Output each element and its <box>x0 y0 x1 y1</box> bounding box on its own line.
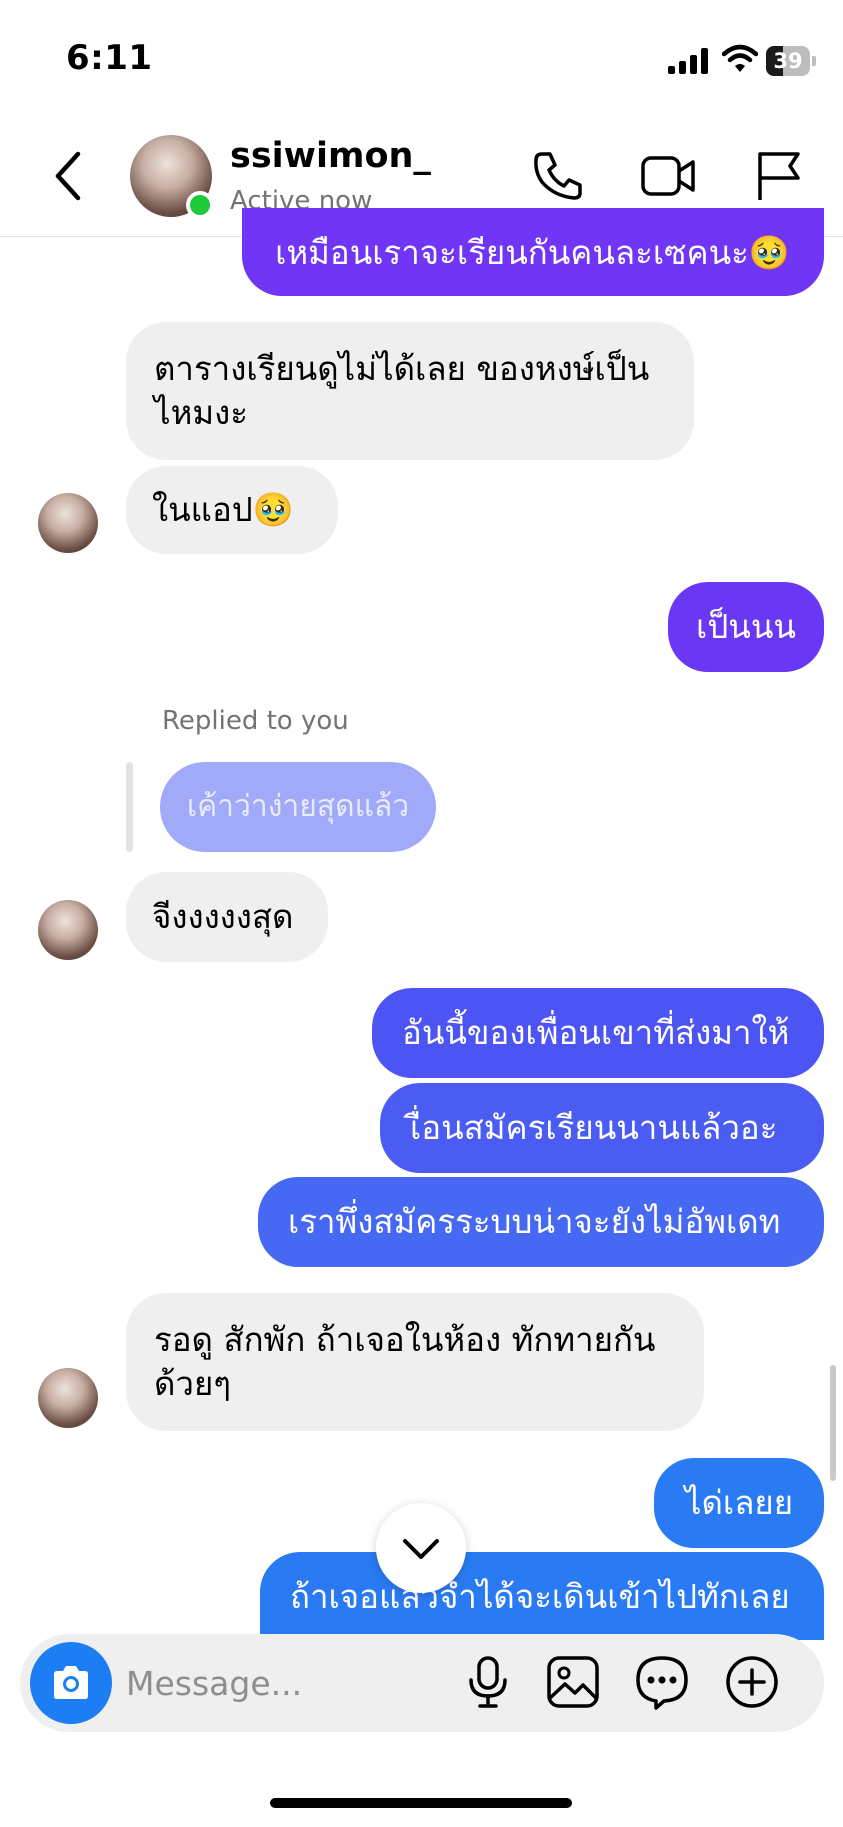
battery-icon: 39 <box>766 46 818 76</box>
outgoing-message[interactable]: เราพึ่งสมัครระบบน่าจะยังไม่อัพเดท <box>258 1177 824 1267</box>
flag-icon[interactable] <box>752 148 808 204</box>
scrollbar[interactable] <box>830 1365 836 1481</box>
outgoing-message[interactable]: ได่เลยย <box>654 1458 824 1548</box>
reply-label: Replied to you <box>162 706 349 736</box>
status-time: 6:11 <box>66 38 153 78</box>
message-text-line: ตารางเรียนดูไม่ได้เลย ของหงษ์เป็น <box>154 349 650 388</box>
wifi-icon <box>722 44 758 72</box>
outgoing-message[interactable]: อันนี้ของเพื่อนเขาที่ส่งมาให้ <box>372 988 824 1078</box>
outgoing-message[interactable]: เื่อนสมัครเรียนนานแล้วอะ <box>380 1083 824 1173</box>
outgoing-message[interactable]: เป็นนน <box>668 582 824 672</box>
sticker-icon[interactable] <box>634 1654 690 1710</box>
back-chevron-icon[interactable] <box>48 148 88 204</box>
plus-icon[interactable] <box>724 1654 780 1710</box>
sender-avatar[interactable] <box>38 493 98 553</box>
incoming-message[interactable]: รอดู สักพัก ถ้าเจอในห้อง ทักทายกัน ด้วยๆ <box>126 1293 704 1431</box>
contact-name[interactable]: ssiwimon_ <box>230 136 431 176</box>
outgoing-message[interactable]: ถ้าเจอแล้วจำได้จะเดินเข้าไปทักเลย <box>260 1552 824 1640</box>
message-text-line: รอดู สักพัก ถ้าเจอในห้อง ทักทายกัน <box>154 1320 656 1359</box>
sender-avatar[interactable] <box>38 900 98 960</box>
gallery-icon[interactable] <box>545 1654 601 1710</box>
reply-bar <box>126 762 133 852</box>
incoming-message[interactable]: ตารางเรียนดูไม่ได้เลย ของหงษ์เป็น ไหมงะ <box>126 322 694 460</box>
chevron-down-icon <box>403 1539 439 1559</box>
cellular-signal-icon <box>668 48 710 74</box>
incoming-message[interactable]: ในแอป🥹 <box>126 466 338 554</box>
phone-icon[interactable] <box>530 148 586 204</box>
message-input[interactable] <box>126 1660 426 1706</box>
message-text-line: ไหมงะ <box>154 393 248 432</box>
home-indicator <box>270 1798 572 1808</box>
camera-button[interactable] <box>30 1642 112 1724</box>
message-text-line: ด้วยๆ <box>154 1364 232 1403</box>
replied-message-quote[interactable]: เค้าว่าง่ายสุดแล้ว <box>160 762 436 852</box>
incoming-message[interactable]: จีงงงงงสุด <box>126 872 328 962</box>
outgoing-message[interactable]: เหมือนเราจะเรียนกันคนละเซคนะ🥹 <box>242 208 824 296</box>
video-camera-icon[interactable] <box>640 148 696 204</box>
camera-icon <box>54 1666 88 1699</box>
scroll-to-bottom-button[interactable] <box>376 1503 466 1593</box>
microphone-icon[interactable] <box>460 1654 516 1710</box>
online-status-dot <box>186 191 214 219</box>
sender-avatar[interactable] <box>38 1368 98 1428</box>
battery-percent: 39 <box>773 49 803 73</box>
